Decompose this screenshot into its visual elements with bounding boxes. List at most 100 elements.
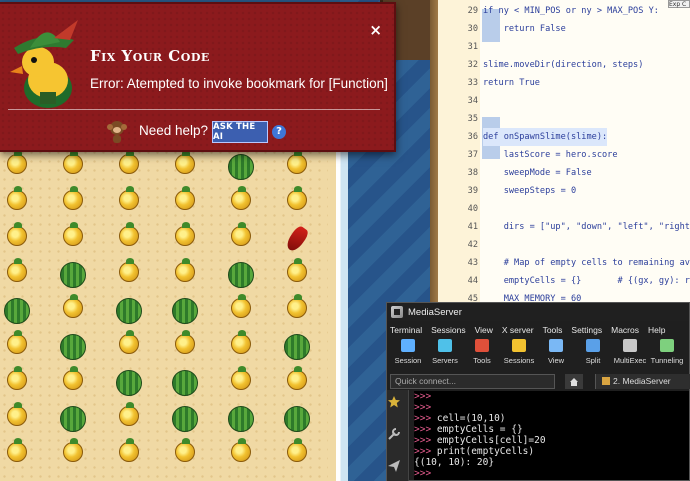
lemon-item [7,258,27,282]
console-text: print(emptyCells) [431,446,535,457]
console-text: cell=(10,10) [431,413,506,424]
code-line[interactable]: 36 def onSpawnSlime(slime): [438,128,690,146]
toolbar-label: Session [394,356,422,365]
session-tab[interactable]: 2. MediaServer [595,374,690,389]
toolbar-split-button[interactable]: Split [576,339,610,365]
melon-item [116,370,142,396]
toolbar-session-button[interactable]: Session [391,339,425,365]
console-line: >>> print(emptyCells) [414,446,689,457]
melon-item [228,154,254,180]
code-line[interactable]: 30 return False [438,20,690,38]
toolbar-view-button[interactable]: View [539,339,573,365]
console-line: >>> [414,402,689,413]
menu-item-view[interactable]: View [475,325,493,335]
line-code: # Map of empty cells to remaining avoida… [503,258,690,268]
code-line[interactable]: 29 if ny < MIN_POS or ny > MAX_POS Y: [438,2,690,20]
view-icon [549,339,563,352]
code-line[interactable]: 44 emptyCells = {} # {(gx, gy): remain [438,272,690,290]
tunneling-icon [660,339,674,352]
monkey-icon [107,121,127,143]
multiexec-icon [623,339,637,352]
lemon-item [7,330,27,354]
melon-item [284,406,310,432]
menu-item-settings[interactable]: Settings [571,325,602,335]
lemon-item [231,222,251,246]
send-icon[interactable] [387,459,401,473]
toolbar-label: Tunneling [650,356,684,365]
line-code: emptyCells = {} # {(gx, gy): remain [503,276,690,286]
tools-icon [475,339,489,352]
menu-item-help[interactable]: Help [648,325,665,335]
code-line[interactable]: 37 lastScore = hero.score [438,146,690,164]
melon-item [60,334,86,360]
mediaserver-window[interactable]: MediaServer Terminal Sessions View X server… [386,302,690,481]
code-line[interactable]: 40 [438,200,690,218]
toolbar-sessions-button[interactable]: Sessions [502,339,536,365]
home-tab[interactable] [565,374,583,389]
line-number: 43 [467,258,478,268]
line-number: 35 [467,114,478,124]
menu-item-terminal[interactable]: Terminal [390,325,422,335]
lemon-item [63,294,83,318]
lemon-item [175,186,195,210]
lemon-item [119,258,139,282]
code-line[interactable]: 42 [438,236,690,254]
code-line[interactable]: 33 return True [438,74,690,92]
game-view[interactable]: Fix Your Code Error: Atempted to invoke … [0,0,430,481]
lemon-item [231,294,251,318]
melon-item [116,298,142,324]
code-line[interactable]: 34 [438,92,690,110]
code-line[interactable]: 31 [438,38,690,56]
melon-item [284,334,310,360]
side-panel [387,390,409,481]
home-icon [570,377,578,386]
melon-item [228,262,254,288]
toolbar-tunneling-button[interactable]: Tunneling [650,339,684,365]
lemon-item [287,366,307,390]
lemon-item [287,294,307,318]
menu-item-sessions[interactable]: Sessions [431,325,466,335]
quick-connect-input[interactable]: Quick connect... [390,374,555,389]
code-line[interactable]: 35 [438,110,690,128]
toolbar-multiexec-button[interactable]: MultiExec [613,339,647,365]
console-line: >>> emptyCells[cell]=20 [414,435,689,446]
lemon-item [7,402,27,426]
code-line[interactable]: 39 sweepSteps = 0 [438,182,690,200]
line-number: 34 [467,96,478,106]
lemon-item [175,258,195,282]
ask-the-ai-button[interactable]: ASK THE AI [212,121,268,143]
line-code: return False [483,24,566,34]
melon-item [172,298,198,324]
melon-item [228,406,254,432]
menu-item-tools[interactable]: Tools [543,325,563,335]
close-icon[interactable]: × [369,21,382,39]
line-number: 33 [467,78,478,88]
melon-item [60,262,86,288]
tools-icon[interactable] [387,427,401,441]
lemon-item [119,150,139,174]
toolbar-servers-button[interactable]: Servers [428,339,462,365]
line-number: 30 [467,24,478,34]
lemon-item [231,366,251,390]
line-code: if ny < MIN_POS or ny > MAX_POS Y: [483,6,659,16]
terminal-console[interactable]: >>> >>> >>> cell=(10,10) >>> emptyCells = {… [414,391,689,480]
menu-item-x-server[interactable]: X server [502,325,534,335]
code-line[interactable]: 41 dirs = ["up", "down", "left", "right"… [438,218,690,236]
console-line: >>> [414,391,689,402]
window-titlebar[interactable]: MediaServer [387,303,689,321]
window-title: MediaServer [408,306,462,318]
console-line: >>> [414,468,689,479]
star-icon[interactable] [387,395,401,409]
toolbar: Session Servers Tools Sessions View Split Mult… [387,339,689,373]
lemon-item [119,330,139,354]
code-line[interactable]: 32 slime.moveDir(direction, steps) [438,56,690,74]
console-prompt: >>> [414,468,432,479]
code-line[interactable]: 43 # Map of empty cells to remaining avo… [438,254,690,272]
menu-item-macros[interactable]: Macros [611,325,639,335]
line-code: lastScore = hero.score [483,150,618,160]
servers-icon [438,339,452,352]
code-line[interactable]: 38 sweepMode = False [438,164,690,182]
toolbar-tools-button[interactable]: Tools [465,339,499,365]
help-question-icon[interactable]: ? [272,125,286,139]
lemon-item [175,150,195,174]
